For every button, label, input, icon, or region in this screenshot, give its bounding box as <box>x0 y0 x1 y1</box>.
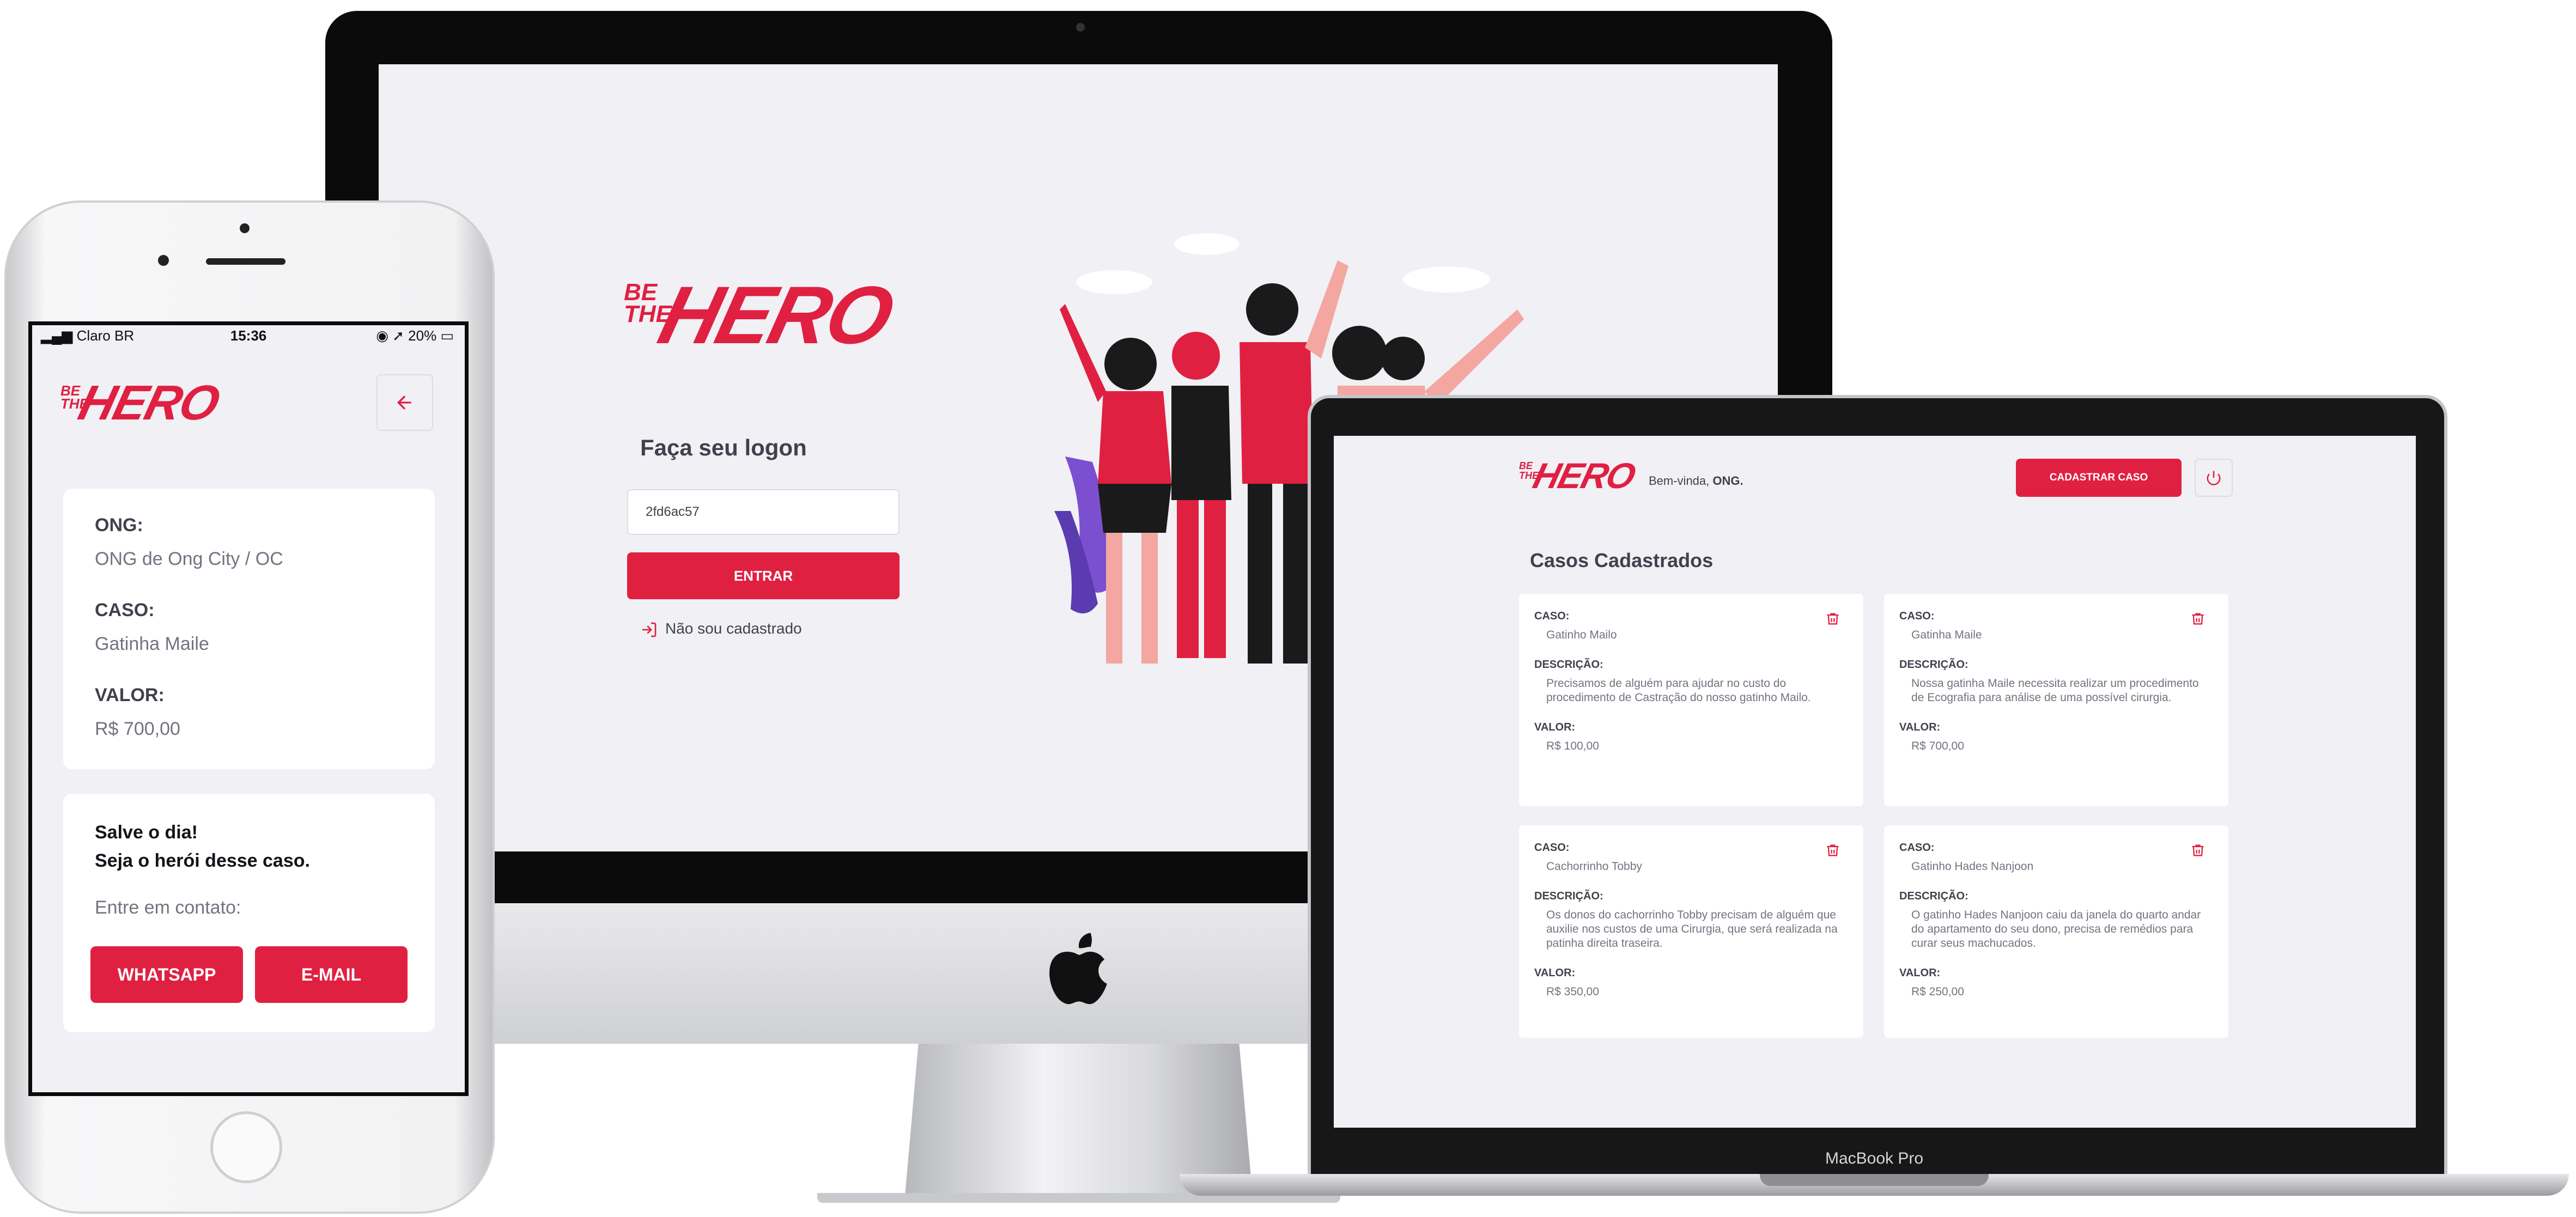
logo-big-text: HERO <box>73 376 224 430</box>
case-value: R$ 350,00 <box>1546 985 1599 998</box>
section-title: Casos Cadastrados <box>1530 549 1714 571</box>
contact-label: Entre em contato: <box>95 897 241 918</box>
log-in-icon <box>642 622 657 637</box>
whatsapp-button[interactable]: WHATSAPP <box>90 946 243 1003</box>
arrow-left-icon <box>397 395 411 410</box>
register-link[interactable]: Não sou cadastrado <box>640 620 802 638</box>
cta-line-2: Seja o herói desse caso. <box>95 850 310 871</box>
value-label: VALOR: <box>1534 721 1576 733</box>
case-value: R$ 250,00 <box>1911 985 1964 998</box>
case-title: Gatinho Mailo <box>1546 629 1617 641</box>
home-button[interactable] <box>210 1111 282 1183</box>
macbook-brand-label: MacBook Pro <box>1825 1149 1924 1167</box>
description-label: DESCRIÇÃO: <box>1534 659 1603 671</box>
case-value: R$ 700,00 <box>1911 740 1964 752</box>
logo-big-text: HERO <box>651 269 901 361</box>
register-link-label: Não sou cadastrado <box>665 620 802 637</box>
trash-icon[interactable] <box>2190 611 2206 626</box>
case-card: CASO: Gatinho Hades Nanjoon DESCRIÇÃO: O… <box>1884 825 2228 1038</box>
status-bar: ▂▄▆ Claro BR 15:36 ◉ ➚ 20% ▭ <box>32 325 465 346</box>
case-value: Gatinha Maile <box>95 634 209 654</box>
value-label: VALOR: <box>1899 967 1941 979</box>
login-button[interactable]: ENTRAR <box>627 552 900 599</box>
battery: ◉ ➚ 20% ▭ <box>376 327 454 344</box>
trash-icon[interactable] <box>1825 611 1840 626</box>
trash-icon[interactable] <box>1825 843 1840 858</box>
logo-small-text: BE THE <box>1519 460 1539 481</box>
macbook-screen: BE THE HERO Bem-vinda, ONG. CADASTRAR CA… <box>1334 436 2416 1128</box>
ong-label: ONG: <box>95 515 143 536</box>
cta-line-1: Salve o dia! <box>95 822 198 843</box>
login-title: Faça seu logon <box>640 435 807 460</box>
battery-level: 20% <box>408 327 437 344</box>
logout-button[interactable] <box>2195 459 2233 497</box>
iphone-front-camera <box>158 255 169 266</box>
iphone-sensor <box>240 223 250 233</box>
welcome-text: Bem-vinda, ONG. <box>1649 474 1743 488</box>
case-label: CASO: <box>1899 610 1935 622</box>
ong-name: ONG. <box>1712 474 1743 488</box>
new-case-button[interactable]: CADASTRAR CASO <box>2016 459 2182 497</box>
case-card: CASO: Gatinho Mailo DESCRIÇÃO: Precisamo… <box>1519 594 1863 806</box>
case-title: Gatinho Hades Nanjoon <box>1911 860 2034 873</box>
case-title: Cachorrinho Tobby <box>1546 860 1642 873</box>
trash-icon[interactable] <box>2190 843 2206 858</box>
ong-value: ONG de Ong City / OC <box>95 549 283 569</box>
case-title: Gatinha Maile <box>1911 629 1982 641</box>
description-label: DESCRIÇÃO: <box>1899 659 1969 671</box>
case-label: CASO: <box>95 600 155 620</box>
logo-big-text: HERO <box>1529 455 1639 496</box>
power-icon <box>2207 471 2221 485</box>
description-label: DESCRIÇÃO: <box>1899 890 1969 902</box>
macbook-notch <box>1760 1174 1989 1186</box>
value-label: VALOR: <box>95 685 165 705</box>
description-label: DESCRIÇÃO: <box>1534 890 1603 902</box>
case-card: CASO: Gatinha Maile DESCRIÇÃO: Nossa gat… <box>1884 594 2228 806</box>
ong-id-input[interactable]: 2fd6ac57 <box>627 489 900 535</box>
imac-camera <box>1076 23 1085 32</box>
email-button[interactable]: E-MAIL <box>255 946 408 1003</box>
case-label: CASO: <box>1534 842 1570 854</box>
iphone-screen: ▂▄▆ Claro BR 15:36 ◉ ➚ 20% ▭ BE THE HERO… <box>28 321 469 1096</box>
value-label: VALOR: <box>1534 967 1576 979</box>
contact-card: Salve o dia! Seja o herói desse caso. En… <box>63 794 435 1032</box>
back-button[interactable] <box>376 374 433 431</box>
value-label: VALOR: <box>1899 721 1941 733</box>
case-card: CASO: Cachorrinho Tobby DESCRIÇÃO: Os do… <box>1519 825 1863 1038</box>
logo-small-text: BE THE <box>624 279 672 327</box>
value-amount: R$ 700,00 <box>95 719 180 739</box>
case-label: CASO: <box>1899 842 1935 854</box>
case-description: O gatinho Hades Nanjoon caiu da janela d… <box>1911 909 2201 950</box>
case-label: CASO: <box>1534 610 1570 622</box>
logo-small-text: BE THE <box>60 382 89 412</box>
case-description: Precisamos de alguém para ajudar no cust… <box>1546 677 1811 704</box>
iphone-speaker <box>206 258 285 265</box>
welcome-prefix: Bem-vinda, <box>1649 474 1713 488</box>
apple-logo-icon <box>1049 933 1107 1005</box>
incident-detail-card: ONG: ONG de Ong City / OC CASO: Gatinha … <box>63 489 435 769</box>
case-value: R$ 100,00 <box>1546 740 1599 752</box>
case-description: Os donos do cachorrinho Tobby precisam d… <box>1546 909 1838 950</box>
case-description: Nossa gatinha Maile necessita realizar u… <box>1911 677 2199 704</box>
